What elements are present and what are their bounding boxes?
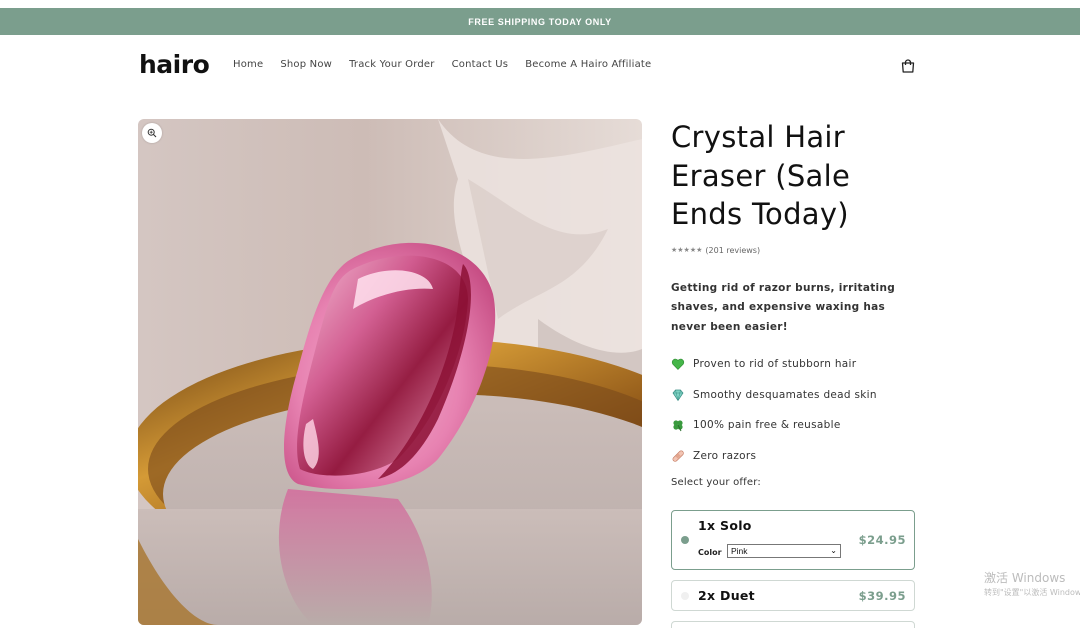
offer-radio-selected[interactable] (681, 536, 689, 544)
windows-activation-watermark: 激活 Windows 转到"设置"以激活 Windows。 (984, 569, 1080, 598)
brand-logo[interactable]: hairo (139, 50, 210, 79)
benefit-list: Proven to rid of stubborn hair Smoothy d… (671, 349, 915, 471)
offer-option-solo[interactable]: 1x Solo $24.95 Color Pink ⌄ (671, 510, 915, 570)
offer-label: Select your offer: (671, 477, 761, 488)
nav-affiliate[interactable]: Become A Hairo Affiliate (525, 59, 651, 70)
offer-name: 2x Duet (698, 588, 755, 603)
benefit-text: 100% pain free & reusable (693, 419, 841, 432)
offer-price: $24.95 (858, 533, 906, 547)
benefit-item: 100% pain free & reusable (671, 410, 915, 441)
product-title: Crystal Hair Eraser (Sale Ends Today) (671, 120, 851, 231)
color-label: Color (698, 548, 722, 557)
benefit-text: Smoothy desquamates dead skin (693, 388, 877, 401)
product-image[interactable] (138, 119, 642, 625)
green-heart-icon (671, 357, 685, 371)
nav-track-order[interactable]: Track Your Order (349, 59, 435, 70)
watermark-line2: 转到"设置"以激活 Windows。 (984, 588, 1080, 597)
gem-icon (671, 388, 685, 402)
benefit-item: Proven to rid of stubborn hair (671, 349, 915, 380)
cart-icon[interactable] (900, 58, 916, 74)
review-count: (201 reviews) (705, 245, 761, 255)
benefit-item: Smoothy desquamates dead skin (671, 380, 915, 411)
watermark-line1: 激活 Windows (984, 571, 1066, 585)
announcement-bar: FREE SHIPPING TODAY ONLY (0, 8, 1080, 35)
rating-stars: ★★★★★ (671, 246, 703, 254)
offer-price: $39.95 (858, 589, 906, 603)
color-select[interactable]: Pink ⌄ (727, 544, 841, 558)
announcement-text: FREE SHIPPING TODAY ONLY (468, 16, 612, 27)
benefit-text: Proven to rid of stubborn hair (693, 358, 857, 371)
nav-contact-us[interactable]: Contact Us (452, 59, 509, 70)
browser-top-strip (0, 0, 1080, 8)
bandage-icon (671, 449, 685, 463)
color-select-value: Pink (731, 546, 748, 556)
site-header: hairo Home Shop Now Track Your Order Con… (0, 35, 1080, 97)
zoom-icon[interactable] (142, 123, 162, 143)
nav-home[interactable]: Home (233, 59, 263, 70)
product-description: Getting rid of razor burns, irritating s… (671, 281, 896, 333)
product-rating[interactable]: ★★★★★ (201 reviews) (671, 246, 915, 255)
benefit-text: Zero razors (693, 449, 757, 462)
chevron-down-icon: ⌄ (830, 546, 837, 555)
offer-option-partial[interactable] (671, 621, 915, 628)
main-nav: Home Shop Now Track Your Order Contact U… (233, 59, 668, 70)
offer-radio[interactable] (681, 592, 689, 600)
product-info: Crystal Hair Eraser (Sale Ends Today) ★★… (671, 118, 915, 488)
offer-name: 1x Solo (698, 518, 752, 533)
offer-option-duet[interactable]: 2x Duet $39.95 (671, 580, 915, 611)
nav-shop-now[interactable]: Shop Now (280, 59, 332, 70)
benefit-item: Zero razors (671, 441, 915, 472)
four-leaf-clover-icon (671, 418, 685, 432)
